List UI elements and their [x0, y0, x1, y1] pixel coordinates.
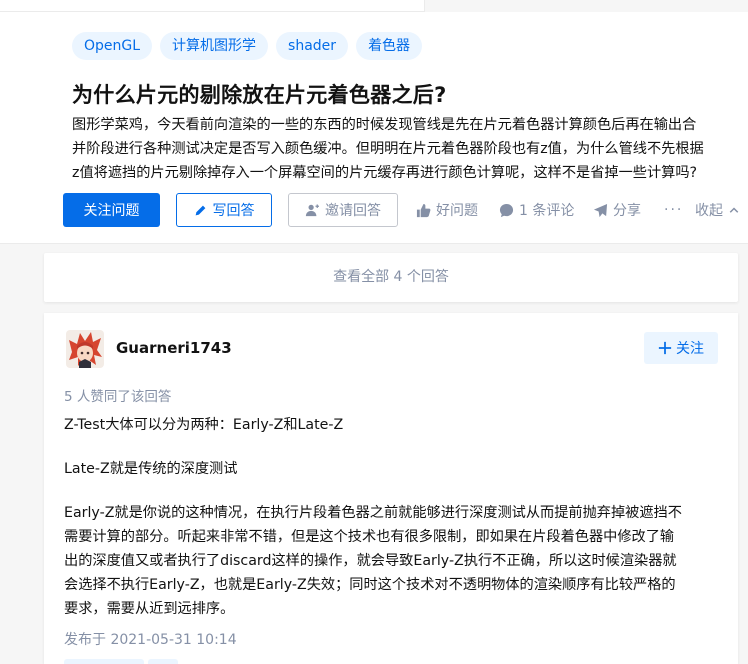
comment-button[interactable]: 1 条评论	[499, 193, 574, 227]
more-button[interactable]: ···	[664, 193, 683, 227]
vote-down-button[interactable]	[148, 659, 178, 664]
collapse-label: 收起	[695, 203, 723, 219]
vote-up-button[interactable]	[64, 659, 144, 664]
person-icon	[305, 203, 319, 217]
invite-answer-button[interactable]: 邀请回答	[288, 193, 398, 227]
answer-card: Guarneri1743 关注 5 人赞同了该回答 Z-Test大体可以分为两种…	[44, 313, 738, 664]
follow-question-label: 关注问题	[83, 203, 140, 219]
tag-computer-graphics[interactable]: 计算机图形学	[160, 32, 269, 60]
answer-paragraph-line: 出的深度值又或者执行了discard这样的操作，就会导致Early-Z执行不正确…	[64, 553, 677, 569]
answer-paragraph-line: Early-Z就是你说的这种情况，在执行片段着色器之前就能够进行深度测试从而提前…	[64, 505, 682, 521]
good-question-button[interactable]: 好问题	[416, 193, 478, 227]
answer-paragraph: Late-Z就是传统的深度测试	[64, 461, 238, 477]
comment-count-label: 1 条评论	[519, 203, 575, 219]
pencil-icon	[194, 204, 207, 217]
write-answer-button[interactable]: 写回答	[176, 193, 272, 227]
navigation-tab-edge	[424, 0, 748, 12]
question-card: OpenGL 计算机图形学 shader 着色器 为什么片元的剔除放在片元着色器…	[0, 12, 748, 244]
publish-time[interactable]: 发布于 2021-05-31 10:14	[64, 629, 237, 649]
question-tags: OpenGL 计算机图形学 shader 着色器	[72, 32, 423, 60]
question-detail-line: 并阶段进行各种测试决定是否写入颜色缓冲。但明明在片元着色器阶段也有z值，为什么管…	[72, 141, 704, 157]
answer-paragraph: Z-Test大体可以分为两种：Early-Z和Late-Z	[64, 417, 344, 433]
tag-shader[interactable]: shader	[276, 32, 349, 60]
plus-icon	[658, 341, 672, 355]
author-name[interactable]: Guarneri1743	[116, 339, 232, 357]
tag-opengl[interactable]: OpenGL	[72, 32, 153, 60]
view-all-answers-button[interactable]: 查看全部 4 个回答	[44, 253, 738, 302]
question-detail-line: 图形学菜鸡，今天看前向渲染的一些的东西的时候发现管线是先在片元着色器计算颜色后再…	[72, 117, 697, 133]
follow-author-button[interactable]: 关注	[644, 332, 718, 364]
answer-paragraph: Early-Z就是你说的这种情况，在执行片段着色器之前就能够进行深度测试从而提前…	[64, 501, 724, 621]
vote-count: 5 人赞同了该回答	[64, 389, 172, 405]
answer-content: Z-Test大体可以分为两种：Early-Z和Late-Z Late-Z就是传统…	[64, 413, 724, 621]
avatar[interactable]	[66, 330, 104, 368]
follow-author-label: 关注	[676, 341, 704, 357]
answer-paragraph-line: 要求，需要从近到远排序。	[64, 601, 235, 617]
paper-plane-icon	[593, 203, 608, 218]
answer-paragraph-line: 会选择不执行Early-Z，也就是Early-Z失效；同时这个技术对不透明物体的…	[64, 577, 676, 593]
more-label: ···	[664, 202, 684, 218]
collapse-button[interactable]: 收起	[695, 193, 740, 227]
answer-paragraph-line: 需要计算的部分。听起来非常不错，但是这个技术也有很多限制，即如果在片段着色器中修…	[64, 529, 675, 545]
write-answer-label: 写回答	[212, 203, 255, 219]
question-detail: 图形学菜鸡，今天看前向渲染的一些的东西的时候发现管线是先在片元着色器计算颜色后再…	[72, 113, 748, 185]
question-title[interactable]: 为什么片元的剔除放在片元着色器之后?	[72, 79, 447, 109]
comment-bubble-icon	[499, 203, 514, 218]
chevron-up-icon	[728, 204, 740, 216]
tag-colorizer[interactable]: 着色器	[356, 32, 423, 60]
share-button[interactable]: 分享	[593, 193, 641, 227]
good-question-label: 好问题	[436, 203, 478, 219]
top-navigation-edge	[0, 0, 748, 12]
follow-question-button[interactable]: 关注问题	[63, 193, 160, 227]
invite-answer-label: 邀请回答	[325, 203, 381, 219]
thumb-up-icon	[416, 203, 431, 218]
share-label: 分享	[613, 203, 641, 219]
question-actions: 关注问题 写回答 邀请回答 好问题 1 条评论 分享 ··· 收起	[63, 193, 748, 227]
question-detail-line: z值将遮挡的片元剔除掉存入一个屏幕空间的片元缓存再进行颜色计算呢，这样不是省掉一…	[72, 165, 698, 181]
